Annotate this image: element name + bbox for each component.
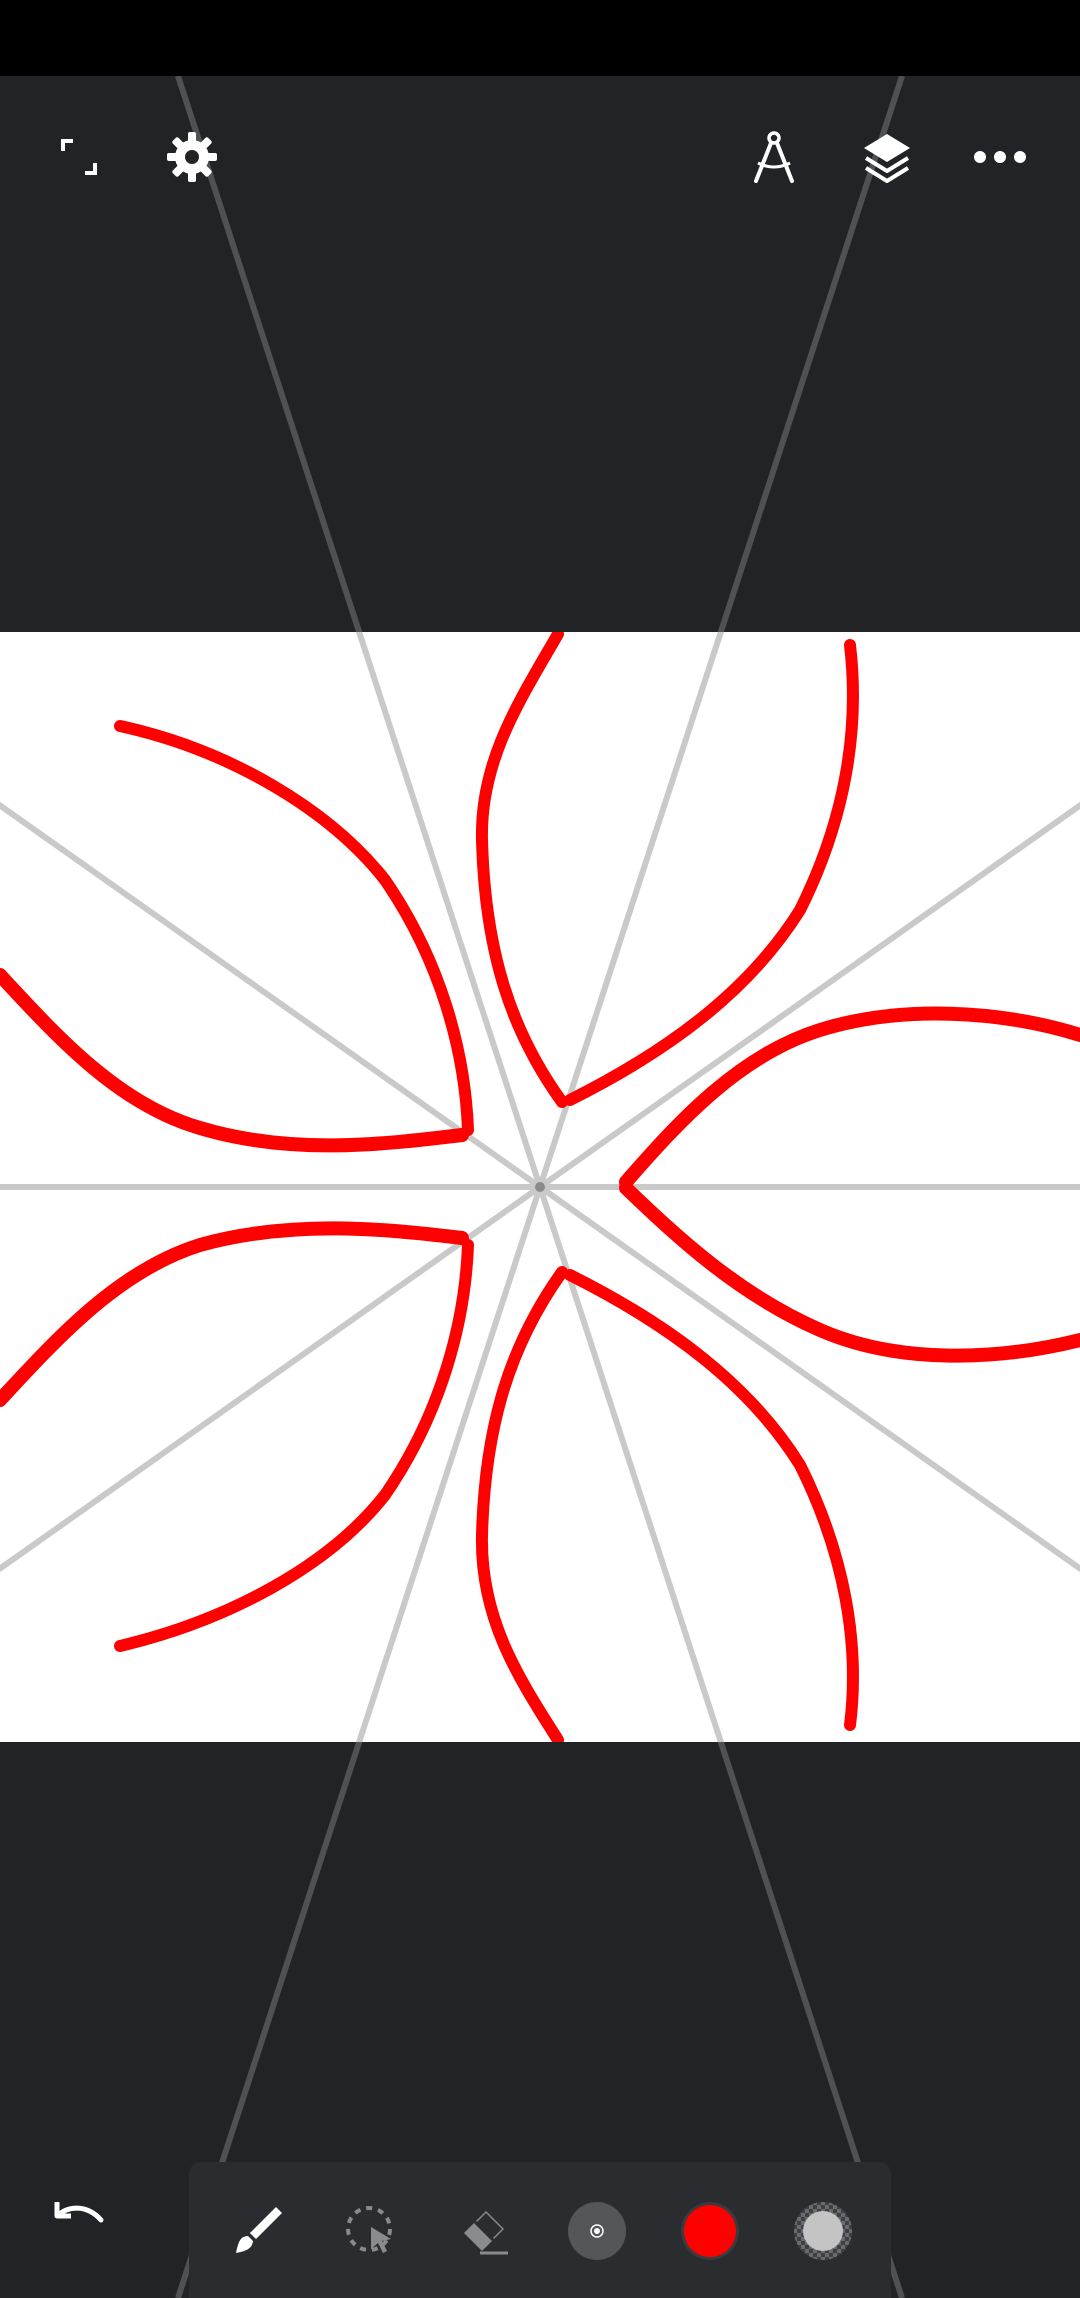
undo-button[interactable] (31, 2170, 127, 2266)
more-icon (974, 151, 1026, 163)
eraser-tool-button[interactable] (436, 2183, 532, 2279)
gear-icon (167, 132, 217, 182)
opacity-button[interactable] (775, 2183, 871, 2279)
brush-icon (236, 2207, 282, 2253)
undo-icon (54, 2202, 104, 2223)
eraser-icon (464, 2211, 508, 2255)
brush-size-button[interactable] (549, 2183, 645, 2279)
fullscreen-button[interactable] (31, 109, 127, 205)
opacity-icon (794, 2202, 852, 2260)
symmetry-button[interactable] (726, 109, 822, 205)
drawing-canvas[interactable] (0, 76, 1080, 2298)
fullscreen-icon (61, 139, 97, 175)
settings-button[interactable] (144, 109, 240, 205)
brush-tool-button[interactable] (210, 2183, 306, 2279)
status-bar (0, 0, 1080, 76)
layers-icon (864, 134, 910, 183)
color-swatch-icon (681, 2202, 739, 2260)
selection-tool-button[interactable] (323, 2183, 419, 2279)
brush-size-icon (568, 2202, 626, 2260)
compass-icon (754, 131, 794, 183)
lasso-select-icon (346, 2206, 392, 2253)
layers-button[interactable] (839, 109, 935, 205)
symmetry-center (535, 1182, 545, 1192)
color-button[interactable] (662, 2183, 758, 2279)
more-button[interactable] (952, 109, 1048, 205)
